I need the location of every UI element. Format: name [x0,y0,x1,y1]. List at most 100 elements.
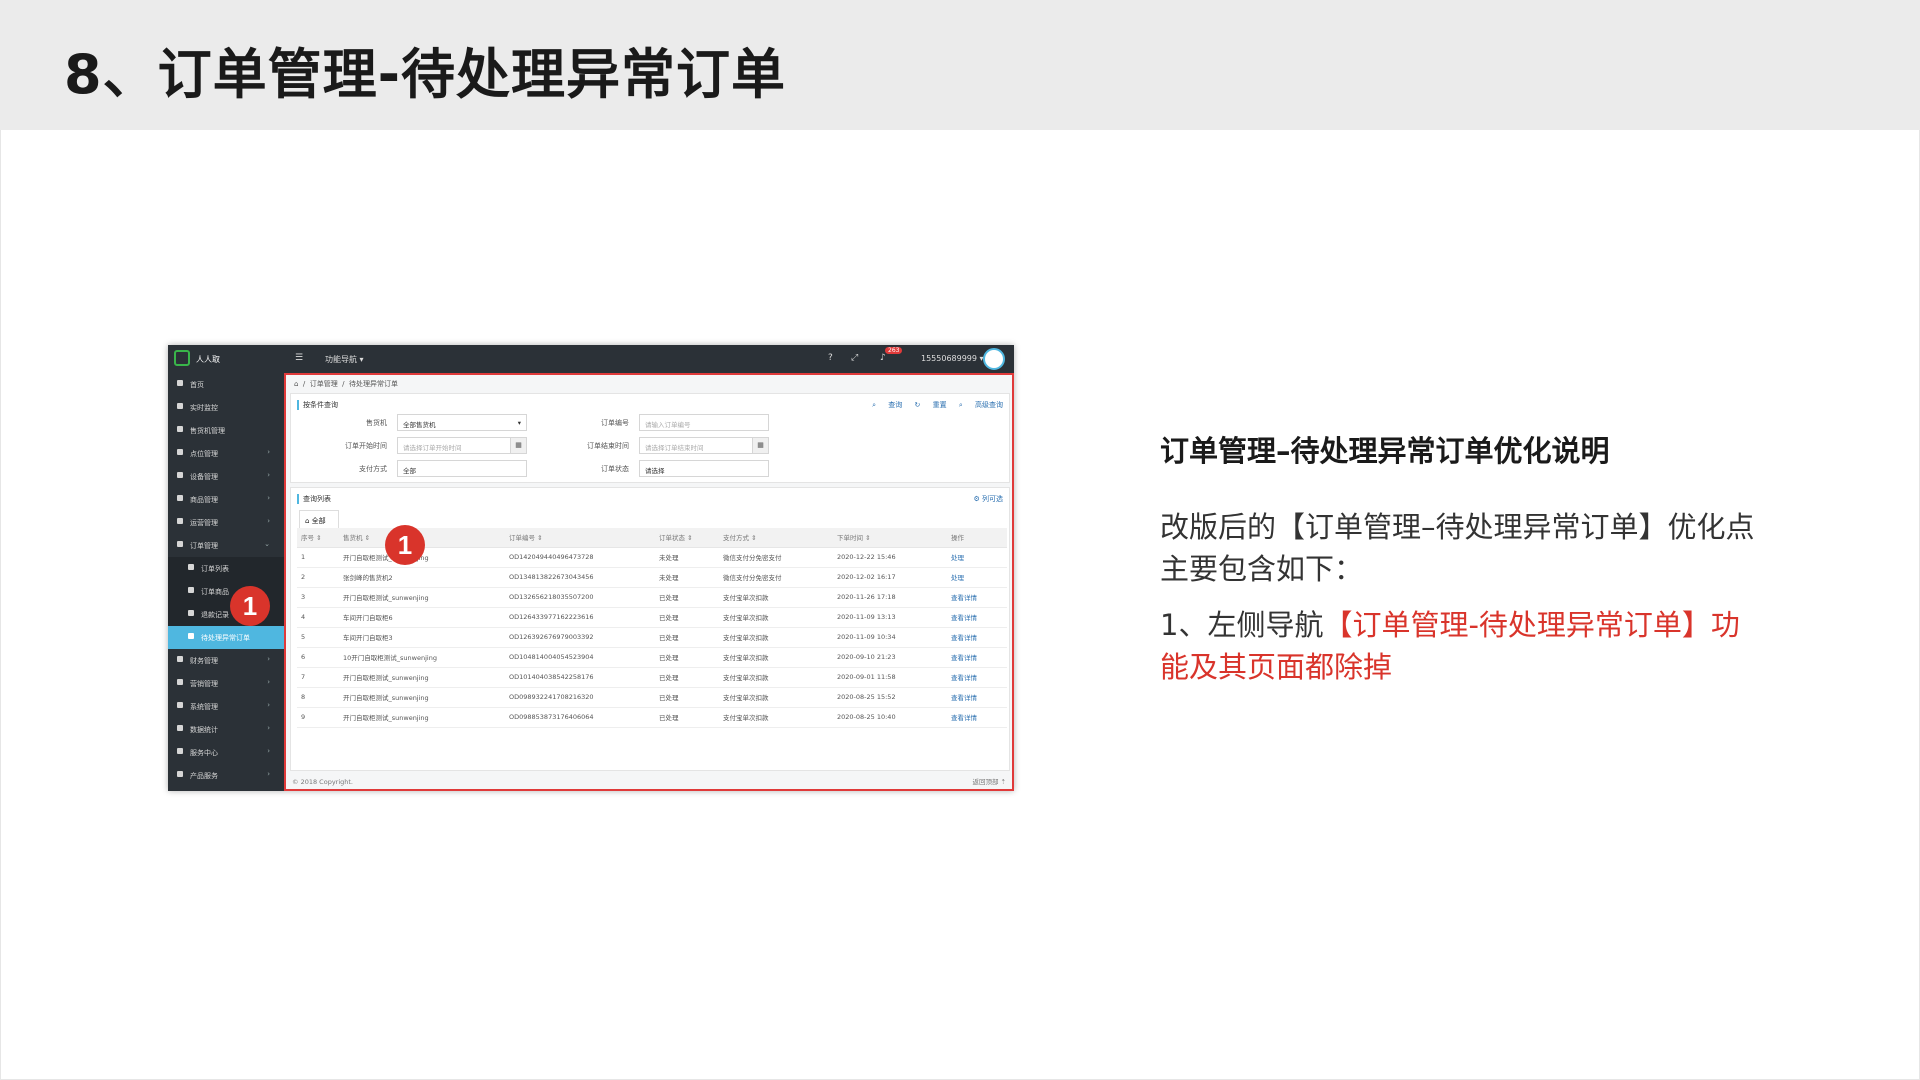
row-action-link[interactable]: 查看详情 [947,607,1007,628]
table-cell: OD126433977162223616 [505,607,655,628]
table-cell: 未处理 [655,567,719,588]
breadcrumb-orders[interactable]: 订单管理 [310,380,338,388]
calendar-icon[interactable]: ▦ [510,438,526,453]
table-row: 2 张剑峰的售货机2 OD134813822673043456 未处理 微信支付分免密支… [297,567,1007,588]
sidebar-item-marketing[interactable]: 营销管理 › [168,672,284,695]
table-row: 4 车间开门自取柜6 OD126433977162223616 已处理 支付宝单次扣款 2… [297,607,1007,628]
status-label: 订单状态 [601,465,629,473]
chevron-right-icon: › [267,471,270,479]
table-cell: 支付宝单次扣款 [719,627,833,648]
sidebar-item-stats[interactable]: 数据统计 › [168,718,284,741]
row-action-link[interactable]: 查看详情 [947,647,1007,668]
sidebar: 首页 实时监控 售货机管理 点位管理 › 设备管理 › 商品管理 › 运营管理 › 订单… [168,373,284,791]
col-time[interactable]: 下单时间 ⇕ [833,528,947,548]
slide-title: 8、订单管理-待处理异常订单 [64,43,786,106]
yen-icon [177,656,183,662]
table-cell: 2020-08-25 15:52 [833,687,947,708]
order-no-input[interactable]: 请输入订单编号 [639,414,769,431]
table-cell: 开门自取柜测试_sunwenjing [339,587,505,608]
chevron-right-icon: › [267,747,270,755]
sidebar-item-finance[interactable]: 财务管理 › [168,649,284,672]
system-icon [177,702,183,708]
sidebar-item-operation[interactable]: 运营管理 › [168,511,284,534]
table-cell: 2020-09-01 11:58 [833,667,947,688]
bookmark-icon [177,518,183,524]
calendar-icon[interactable]: ▦ [752,438,768,453]
sidebar-item-product-service[interactable]: 产品服务 › [168,764,284,787]
table-row: 8 开门自取柜测试_sunwenjing OD098932241708216320 已… [297,687,1007,708]
advanced-search-button[interactable]: ⌕ 高级查询 [959,401,1003,409]
sitemap-icon [188,587,194,593]
table-cell: OD126392676979003392 [505,627,655,648]
row-action-link[interactable]: 处理 [947,567,1007,588]
row-action-link[interactable]: 查看详情 [947,587,1007,608]
search-button[interactable]: ⌕ 查询 [872,401,902,409]
table-cell: 已处理 [655,707,719,728]
row-action-link[interactable]: 处理 [947,547,1007,568]
sidebar-item-goods[interactable]: 商品管理 › [168,488,284,511]
sidebar-item-service[interactable]: 服务中心 › [168,741,284,764]
row-action-link[interactable]: 查看详情 [947,667,1007,688]
table-row: 5 车间开门自取柜3 OD126392676979003392 已处理 支付宝单次扣款 2… [297,627,1007,648]
table-cell: 2020-11-26 17:18 [833,587,947,608]
fullscreen-icon[interactable]: ⤢ [851,353,858,363]
breadcrumb-current: 待处理异常订单 [348,380,398,388]
notification-badge: 263 [885,347,903,354]
list-panel-title: 查询列表 [297,494,331,504]
home-icon[interactable]: ⌂ [294,380,298,388]
explanation-item-prefix: 1、左侧导航 [1160,608,1324,642]
table-cell: 已处理 [655,627,719,648]
menu-toggle-icon[interactable]: ☰ [295,353,303,363]
sidebar-item-device[interactable]: 设备管理 › [168,465,284,488]
copyright: © 2018 Copyright. [292,778,354,786]
marketing-icon [177,679,183,685]
reset-button[interactable]: ↻ 重置 [915,401,947,409]
sidebar-item-monitor[interactable]: 实时监控 [168,396,284,419]
row-action-link[interactable]: 查看详情 [947,687,1007,708]
sidebar-item-vending[interactable]: 售货机管理 [168,419,284,442]
sidebar-item-home[interactable]: 首页 [168,373,284,396]
home-icon [177,380,183,386]
vending-icon [177,426,183,432]
col-action: 操作 [947,528,1007,548]
tab-all[interactable]: ⌂ 全部 [299,510,339,528]
slide-header: 8、订单管理-待处理异常订单 [0,0,1920,130]
query-panel-title: 按条件查询 [297,400,338,410]
status-select[interactable]: 请选择 [639,460,769,477]
sidebar-item-order-list[interactable]: 订单列表 [168,557,284,580]
notification-bell-icon[interactable]: ♪ [880,353,886,363]
help-icon[interactable]: ? [828,353,833,363]
sidebar-item-location[interactable]: 点位管理 › [168,442,284,465]
table-cell: 已处理 [655,687,719,708]
sidebar-item-system[interactable]: 系统管理 › [168,695,284,718]
avatar[interactable] [983,348,1005,370]
table-cell: 支付宝单次扣款 [719,647,833,668]
col-index[interactable]: 序号 ⇕ [297,528,339,548]
col-order-no[interactable]: 订单编号 ⇕ [505,528,655,548]
list-icon [188,633,194,639]
table-cell: 已处理 [655,587,719,608]
row-action-link[interactable]: 查看详情 [947,707,1007,728]
table-row: 3 开门自取柜测试_sunwenjing OD132656218035507200 已… [297,587,1007,608]
col-status[interactable]: 订单状态 ⇕ [655,528,719,548]
machine-select[interactable]: 全部售货机 ▾ [397,414,527,431]
table-cell: 2020-12-02 16:17 [833,567,947,588]
col-pay[interactable]: 支付方式 ⇕ [719,528,833,548]
table-cell: 微信支付分免密支付 [719,567,833,588]
table-cell: 2020-09-10 21:23 [833,647,947,668]
table-cell: 10开门自取柜测试_sunwenjing [339,647,505,668]
end-time-input[interactable]: 请选择订单结束时间 ▦ [639,437,769,454]
back-to-top-link[interactable]: 返回顶部 ⇡ [972,776,1006,786]
user-menu[interactable]: 15550689999 ▾ [921,354,984,363]
sidebar-item-abnormal-orders[interactable]: 待处理异常订单 [168,626,284,649]
pay-method-select[interactable]: 全部 [397,460,527,477]
column-filter-button[interactable]: ⚙ 列可选 [973,494,1003,504]
function-nav-menu[interactable]: 功能导航 ▾ [325,354,364,365]
row-action-link[interactable]: 查看详情 [947,627,1007,648]
table-cell: 2020-11-09 13:13 [833,607,947,628]
query-panel: 按条件查询 ⌕ 查询 ↻ 重置 ⌕ 高级查询 售货机 全部售货机 ▾ 订单编号 请… [290,393,1010,483]
main-content: ⌂ / 订单管理 / 待处理异常订单 按条件查询 ⌕ 查询 ↻ 重置 ⌕ 高级查… [284,373,1014,791]
start-time-input[interactable]: 请选择订单开始时间 ▦ [397,437,527,454]
table-cell: OD142049440496473728 [505,547,655,568]
sidebar-item-orders[interactable]: 订单管理 ⌄ [168,534,284,557]
